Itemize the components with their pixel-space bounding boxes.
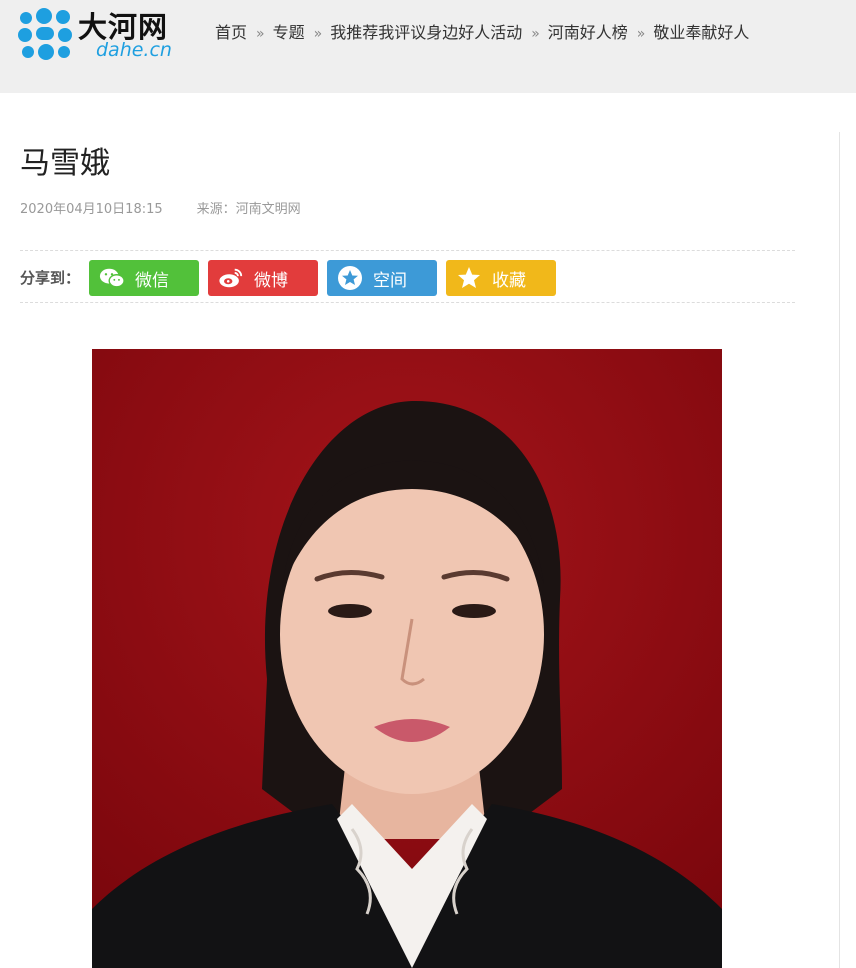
portrait-photo bbox=[92, 349, 722, 968]
weibo-icon bbox=[218, 265, 244, 291]
breadcrumb-campaign[interactable]: 我推荐我评议身边好人活动 bbox=[330, 23, 522, 42]
breadcrumb-dedication[interactable]: 敬业奉献好人 bbox=[653, 23, 749, 42]
share-wechat-button[interactable]: 微信 bbox=[89, 260, 199, 296]
article-title: 马雪娥 bbox=[20, 146, 110, 181]
share-qzone-button[interactable]: 空间 bbox=[327, 260, 437, 296]
breadcrumb-henan-good-people[interactable]: 河南好人榜 bbox=[548, 23, 628, 42]
qzone-icon bbox=[337, 265, 363, 291]
share-label: 分享到： bbox=[20, 269, 81, 287]
breadcrumb-home[interactable]: 首页 bbox=[215, 23, 247, 42]
share-weibo-button[interactable]: 微博 bbox=[208, 260, 318, 296]
breadcrumb-separator: » bbox=[313, 26, 323, 42]
share-qzone-label: 空间 bbox=[373, 270, 407, 291]
share-wechat-label: 微信 bbox=[135, 270, 169, 291]
divider bbox=[20, 302, 795, 303]
wechat-icon bbox=[99, 265, 125, 291]
logo-dots-icon bbox=[18, 6, 74, 62]
breadcrumb-separator: » bbox=[256, 26, 265, 42]
star-icon bbox=[456, 265, 482, 291]
share-favorite-button[interactable]: 收藏 bbox=[446, 260, 556, 296]
logo-domain: dahe.cn bbox=[96, 39, 172, 61]
breadcrumb: 首页 » 专题 » 我推荐我评议身边好人活动 » 河南好人榜 » 敬业奉献好人 bbox=[215, 19, 749, 43]
divider bbox=[20, 250, 795, 251]
site-header: 大河网 dahe.cn 首页 » 专题 » 我推荐我评议身边好人活动 » 河南好人榜 » 敬业奉… bbox=[0, 0, 856, 93]
article-meta: 2020年04月10日18:15 来源：河南文明网 bbox=[20, 198, 301, 217]
dahe-logo[interactable]: 大河网 dahe.cn bbox=[18, 6, 190, 62]
breadcrumb-topics[interactable]: 专题 bbox=[273, 23, 305, 42]
share-weibo-label: 微博 bbox=[254, 270, 288, 291]
share-favorite-label: 收藏 bbox=[492, 270, 526, 291]
article-source: 来源：河南文明网 bbox=[196, 202, 301, 217]
breadcrumb-separator: » bbox=[636, 26, 646, 42]
article-date: 2020年04月10日18:15 bbox=[20, 202, 163, 217]
breadcrumb-separator: » bbox=[531, 26, 540, 42]
